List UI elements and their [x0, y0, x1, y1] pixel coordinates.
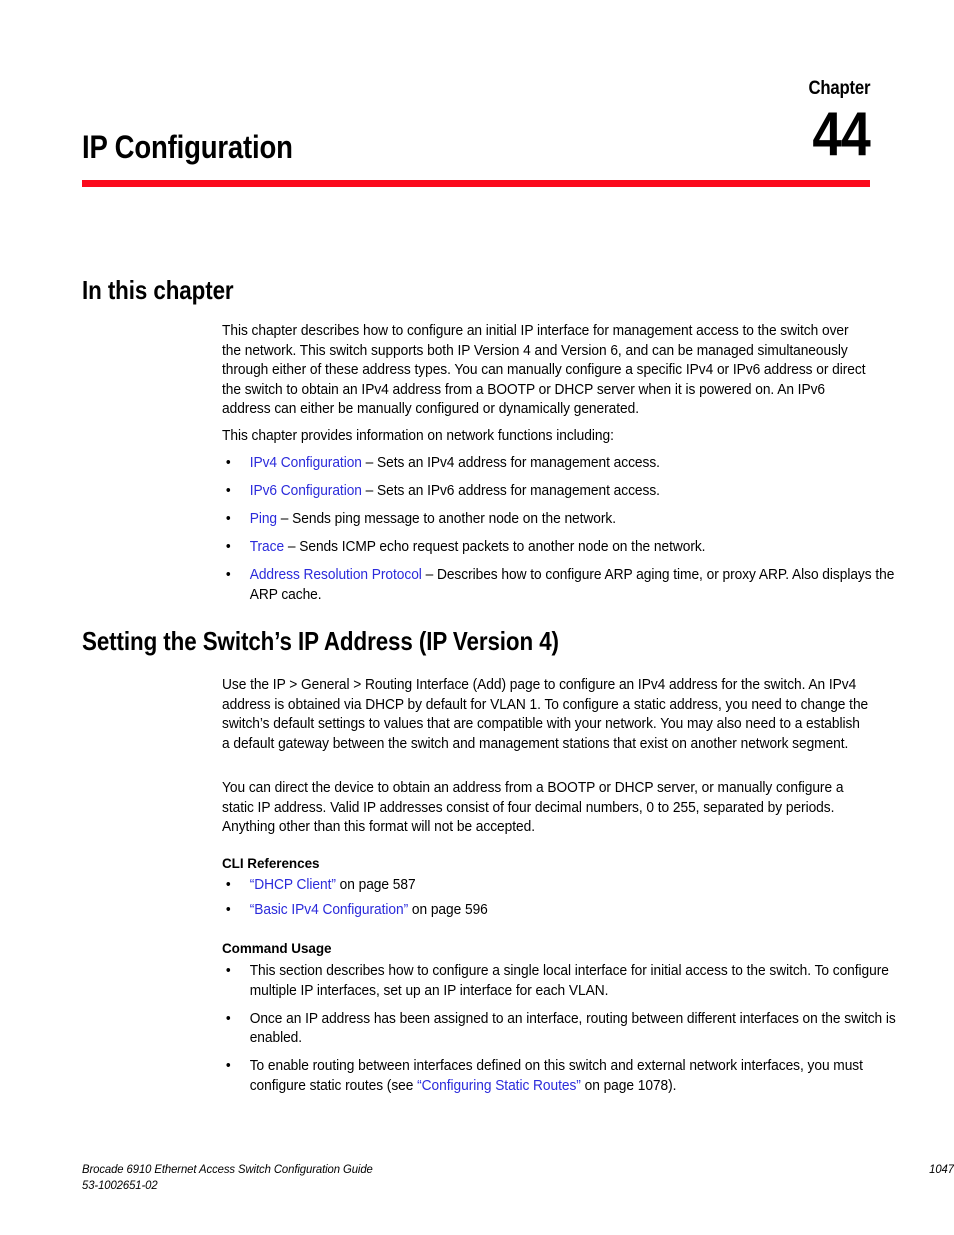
in-this-chapter-body: This chapter describes how to configure …: [222, 322, 870, 420]
link-ipv4-configuration[interactable]: IPv4 Configuration: [250, 455, 362, 471]
list-item: • This section describes how to configure…: [222, 962, 897, 1001]
command-usage-list-wrap: • This section describes how to configure…: [222, 962, 896, 1097]
page-title: IP Configuration: [82, 129, 293, 165]
footer-page-number: 1047: [929, 1162, 954, 1176]
link-ping[interactable]: Ping: [250, 511, 277, 527]
setting-ip-paragraph-1: Use the IP > General > Routing Interface…: [222, 677, 869, 752]
footer-guide-title: Brocade 6910 Ethernet Access Switch Conf…: [82, 1162, 373, 1176]
link-configuring-static-routes[interactable]: “Configuring Static Routes”: [417, 1078, 581, 1094]
link-dhcp-client[interactable]: “DHCP Client”: [250, 877, 336, 893]
link-trace[interactable]: Trace: [250, 539, 284, 555]
intro-paragraph-2: This chapter provides information on net…: [222, 428, 614, 444]
document-page: Chapter 44 IP Configuration In this chap…: [0, 0, 954, 1235]
list-item: • IPv4 Configuration – Sets an IPv4 addre…: [222, 454, 897, 474]
chapter-number: 44: [812, 100, 870, 169]
header-red-rule: [82, 180, 870, 187]
list-item-text: Once an IP address has been assigned to …: [249, 1010, 896, 1047]
cli-references-block: CLI References: [222, 855, 870, 875]
heading-setting-ip-address: Setting the Switch’s IP Address (IP Vers…: [82, 626, 559, 656]
command-usage-block: Command Usage: [222, 940, 870, 960]
setting-ip-body-1: Use the IP > General > Routing Interface…: [222, 676, 870, 754]
link-ipv6-configuration[interactable]: IPv6 Configuration: [250, 483, 362, 499]
page-footer: Brocade 6910 Ethernet Access Switch Conf…: [82, 1162, 870, 1193]
setting-ip-body-2: You can direct the device to obtain an a…: [222, 779, 870, 838]
list-item: • Once an IP address has been assigned to…: [222, 1010, 897, 1049]
in-this-chapter-intro-2: This chapter provides information on net…: [222, 427, 870, 447]
heading-in-this-chapter: In this chapter: [82, 275, 234, 305]
list-item-text: – Sets an IPv6 address for management ac…: [361, 483, 660, 500]
list-item: • “Basic IPv4 Configuration” on page 596: [222, 901, 897, 921]
list-item: • “DHCP Client” on page 587: [222, 876, 897, 896]
bullet-icon: •: [225, 483, 231, 500]
list-item: • Trace – Sends ICMP echo request packets…: [222, 538, 897, 558]
link-address-resolution-protocol[interactable]: Address Resolution Protocol: [250, 567, 422, 583]
bullet-icon: •: [225, 1010, 231, 1027]
chapter-header: Chapter 44 IP Configuration: [82, 78, 871, 178]
bullet-icon: •: [225, 1058, 231, 1075]
command-usage-list: • This section describes how to configure…: [222, 962, 896, 1097]
list-item: • Ping – Sends ping message to another no…: [222, 510, 897, 530]
list-item-text: This section describes how to configure …: [249, 963, 889, 999]
cli-references-list: • “DHCP Client” on page 587 • “Basic IPv4 …: [222, 876, 870, 920]
cli-references-list-wrap: • “DHCP Client” on page 587 • “Basic IPv4 …: [222, 876, 870, 920]
heading-cli-references: CLI References: [222, 856, 320, 872]
bullet-icon: •: [225, 511, 231, 528]
list-item-text: – Sends ping message to another node on …: [277, 511, 617, 528]
heading-command-usage: Command Usage: [222, 941, 332, 957]
chapter-label: Chapter: [808, 78, 870, 99]
chapter-topics-list: • IPv4 Configuration – Sets an IPv4 addre…: [222, 454, 895, 606]
bullet-icon: •: [225, 963, 231, 979]
intro-paragraph-1: This chapter describes how to configure …: [222, 323, 866, 418]
bullet-icon: •: [225, 901, 231, 918]
bullet-icon: •: [225, 539, 231, 556]
setting-ip-paragraph-2: You can direct the device to obtain an a…: [222, 780, 844, 836]
bullet-icon: •: [225, 877, 231, 893]
footer-document-number: 53-1002651-02: [82, 1177, 158, 1192]
list-item-text: on page 587: [335, 877, 416, 893]
chapter-topics-list-wrap: • IPv4 Configuration – Sets an IPv4 addre…: [222, 454, 895, 606]
list-item-text: – Sends ICMP echo request packets to ano…: [284, 539, 706, 556]
list-item: • Address Resolution Protocol – Describes…: [222, 566, 897, 605]
list-item-text: – Sets an IPv4 address for management ac…: [361, 455, 660, 471]
bullet-icon: •: [225, 455, 231, 471]
list-item-text-after: on page 1078).: [580, 1077, 677, 1094]
list-item: • To enable routing between interfaces de…: [222, 1057, 897, 1096]
list-item-text: on page 596: [408, 901, 488, 918]
bullet-icon: •: [225, 567, 231, 584]
link-basic-ipv4-configuration[interactable]: “Basic IPv4 Configuration”: [250, 902, 408, 918]
list-item: • IPv6 Configuration – Sets an IPv6 addre…: [222, 482, 897, 502]
